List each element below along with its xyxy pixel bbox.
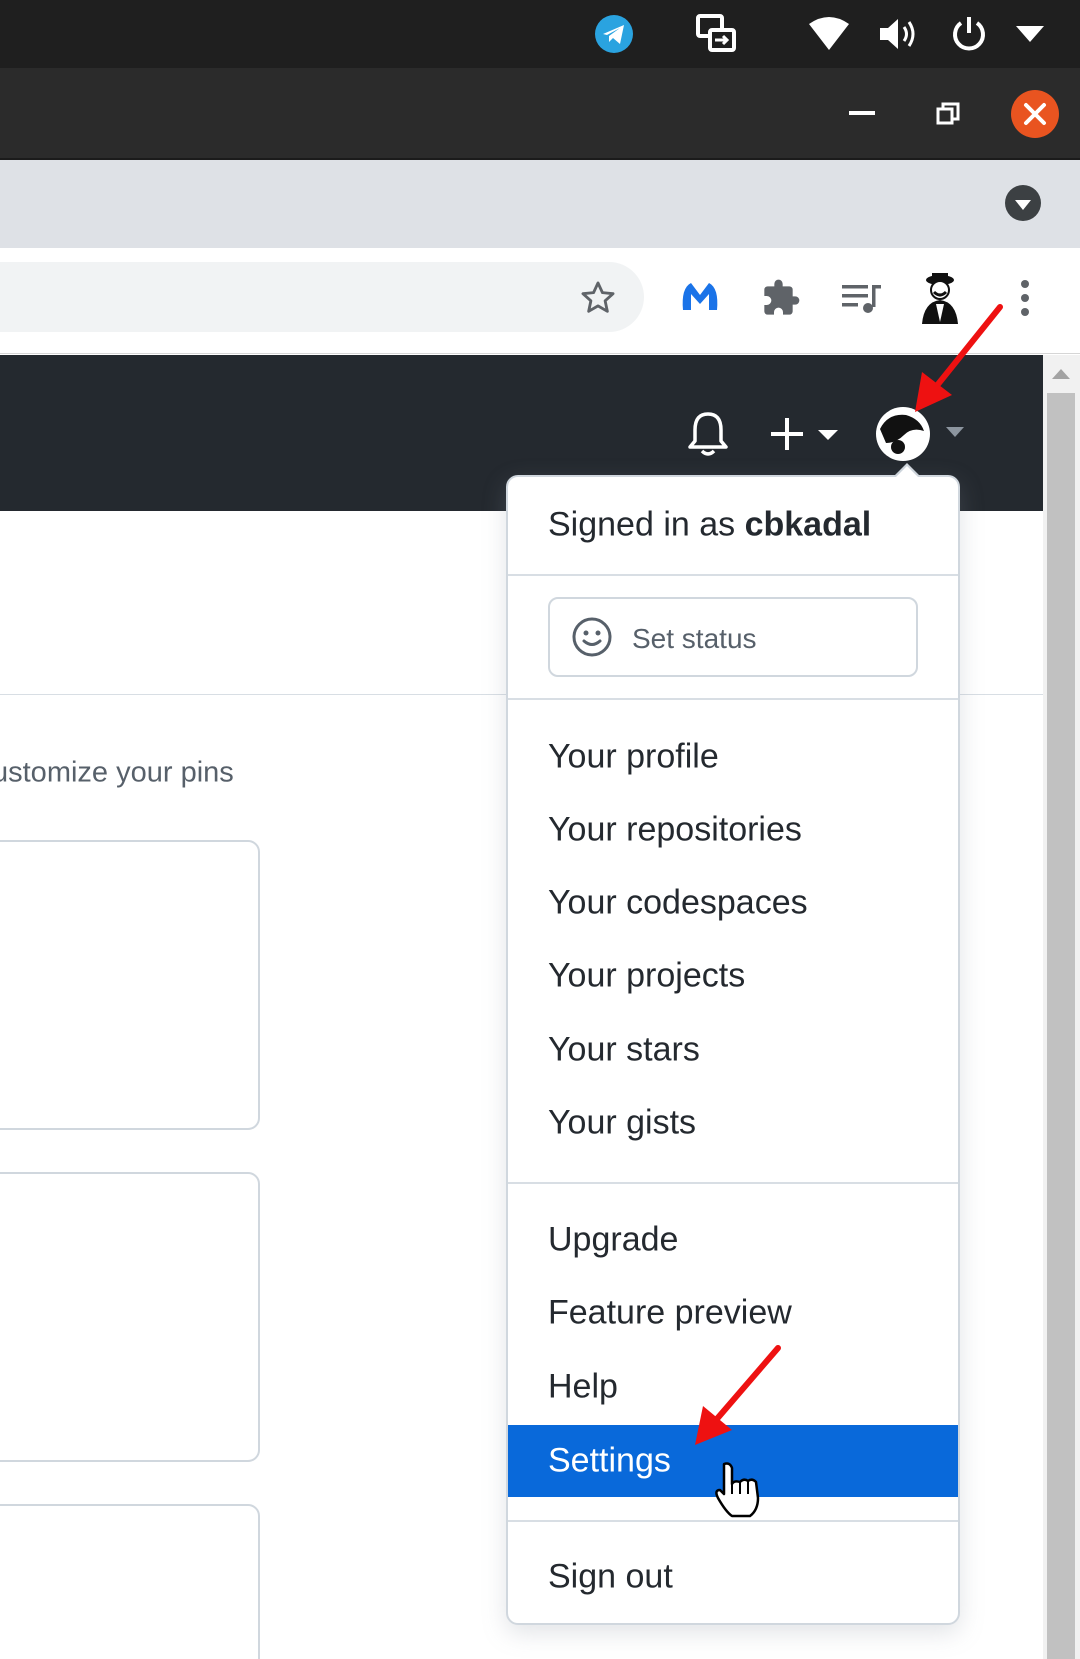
signed-in-label: Signed in as cbkadal bbox=[548, 506, 871, 545]
profile-avatar-icon[interactable] bbox=[914, 248, 966, 348]
menu-item-upgrade[interactable]: Upgrade bbox=[508, 1204, 958, 1276]
chevron-down-icon[interactable] bbox=[1012, 0, 1048, 68]
screen: ustomize your pins Signed in as cbkadal bbox=[0, 0, 1080, 1659]
divider bbox=[508, 574, 958, 576]
address-bar[interactable] bbox=[0, 262, 644, 332]
divider bbox=[508, 1182, 958, 1184]
extensions-icon[interactable] bbox=[758, 248, 804, 348]
customize-pins-link[interactable]: ustomize your pins bbox=[0, 757, 234, 790]
menu-item-your-repositories[interactable]: Your repositories bbox=[508, 794, 958, 866]
volume-icon[interactable] bbox=[876, 0, 922, 68]
tab-search-icon[interactable] bbox=[1004, 184, 1042, 227]
window-title-bar bbox=[0, 68, 1080, 160]
menu-item-label: Your projects bbox=[548, 956, 746, 995]
username: cbkadal bbox=[744, 505, 872, 544]
divider bbox=[508, 698, 958, 700]
media-queue-icon[interactable] bbox=[838, 248, 884, 348]
screen-share-icon[interactable] bbox=[690, 0, 742, 68]
pin-card[interactable] bbox=[0, 1504, 260, 1659]
menu-item-your-projects[interactable]: Your projects bbox=[508, 940, 958, 1012]
avatar-icon[interactable] bbox=[874, 405, 968, 463]
scrollbar[interactable] bbox=[1043, 355, 1080, 1659]
smiley-icon bbox=[570, 615, 614, 664]
menu-item-label: Feature preview bbox=[548, 1293, 792, 1332]
menu-item-label: Your codespaces bbox=[548, 883, 808, 922]
browser-tab-strip bbox=[0, 160, 1080, 248]
power-icon[interactable] bbox=[946, 0, 992, 68]
signed-in-prefix: Signed in as bbox=[548, 505, 736, 544]
malwarebytes-icon[interactable] bbox=[676, 248, 724, 348]
dropdown-caret-fill bbox=[896, 466, 918, 477]
os-top-bar bbox=[0, 0, 1080, 68]
menu-item-sign-out[interactable]: Sign out bbox=[508, 1541, 958, 1613]
menu-item-label: Sign out bbox=[548, 1557, 673, 1596]
bell-icon[interactable] bbox=[686, 410, 730, 458]
menu-item-label: Upgrade bbox=[548, 1220, 679, 1259]
divider bbox=[508, 1520, 958, 1522]
menu-item-label: Your stars bbox=[548, 1030, 700, 1069]
wifi-icon[interactable] bbox=[804, 0, 854, 68]
menu-item-your-profile[interactable]: Your profile bbox=[508, 721, 958, 793]
kebab-menu-icon[interactable] bbox=[1010, 248, 1040, 348]
pin-card[interactable] bbox=[0, 840, 260, 1130]
star-icon[interactable] bbox=[576, 248, 620, 348]
close-icon[interactable] bbox=[1010, 68, 1060, 160]
user-dropdown-menu: Signed in as cbkadal Set status Your pro… bbox=[506, 475, 960, 1625]
menu-item-your-gists[interactable]: Your gists bbox=[508, 1087, 958, 1159]
menu-item-label: Help bbox=[548, 1367, 618, 1406]
menu-item-your-stars[interactable]: Your stars bbox=[508, 1014, 958, 1086]
minimize-icon[interactable] bbox=[844, 68, 880, 160]
pin-card[interactable] bbox=[0, 1172, 260, 1462]
menu-item-settings[interactable]: Settings bbox=[508, 1425, 958, 1497]
menu-item-label: Your repositories bbox=[548, 810, 802, 849]
set-status-button[interactable]: Set status bbox=[548, 597, 918, 677]
browser-toolbar bbox=[0, 248, 1080, 354]
menu-item-label: Your profile bbox=[548, 737, 719, 776]
scrollbar-thumb[interactable] bbox=[1047, 393, 1075, 1659]
menu-item-label: Settings bbox=[548, 1441, 671, 1480]
menu-item-feature-preview[interactable]: Feature preview bbox=[508, 1277, 958, 1349]
set-status-label: Set status bbox=[632, 623, 757, 654]
menu-item-label: Your gists bbox=[548, 1103, 697, 1142]
plus-icon[interactable] bbox=[770, 410, 842, 458]
menu-item-help[interactable]: Help bbox=[508, 1351, 958, 1423]
telegram-icon[interactable] bbox=[590, 0, 638, 68]
menu-item-your-codespaces[interactable]: Your codespaces bbox=[508, 867, 958, 939]
scroll-up-arrow[interactable] bbox=[1052, 369, 1070, 379]
restore-icon[interactable] bbox=[930, 68, 966, 160]
